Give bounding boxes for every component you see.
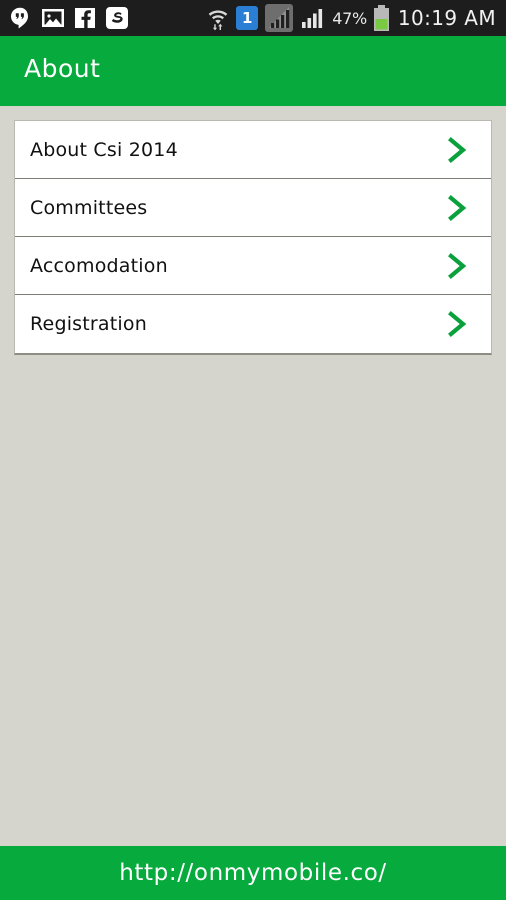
hangouts-icon (8, 6, 32, 30)
app-header: About (0, 36, 506, 106)
app-icon (105, 6, 129, 30)
status-bar-notifications (8, 6, 129, 30)
signal-sim2-icon (300, 5, 326, 31)
menu-item-about-csi-2014[interactable]: About Csi 2014 (15, 121, 491, 179)
menu-item-accomodation[interactable]: Accomodation (15, 237, 491, 295)
menu-item-committees[interactable]: Committees (15, 179, 491, 237)
menu-item-label: Registration (30, 313, 147, 335)
status-bar-system: 1 47% 10:19 AM (206, 3, 498, 33)
chevron-right-icon (447, 136, 469, 163)
gallery-icon (41, 7, 65, 29)
facebook-icon (74, 7, 96, 29)
message-count-badge: 1 (236, 6, 259, 30)
menu-item-label: About Csi 2014 (30, 138, 178, 161)
menu-item-registration[interactable]: Registration (15, 295, 491, 353)
menu-list: About Csi 2014 Committees Accomodation R… (14, 120, 492, 355)
content-area: About Csi 2014 Committees Accomodation R… (0, 106, 506, 846)
menu-item-label: Accomodation (30, 254, 168, 277)
footer-url-label[interactable]: http://onmymobile.co/ (119, 860, 387, 886)
wifi-icon (206, 5, 230, 31)
battery-icon (373, 4, 390, 32)
signal-sim1-icon (264, 3, 294, 33)
clock-label: 10:19 AM (397, 6, 496, 30)
chevron-right-icon (447, 252, 469, 279)
footer-bar[interactable]: http://onmymobile.co/ (0, 846, 506, 900)
menu-item-label: Committees (30, 196, 148, 219)
battery-percent-label: 47% (332, 8, 367, 28)
status-bar: 1 47% 10:19 AM (0, 0, 506, 36)
page-title: About (24, 54, 101, 83)
chevron-right-icon (447, 311, 469, 337)
chevron-right-icon (447, 194, 469, 221)
app-screen: 1 47% 10:19 AM About About Csi 2014 Comm… (0, 0, 506, 900)
